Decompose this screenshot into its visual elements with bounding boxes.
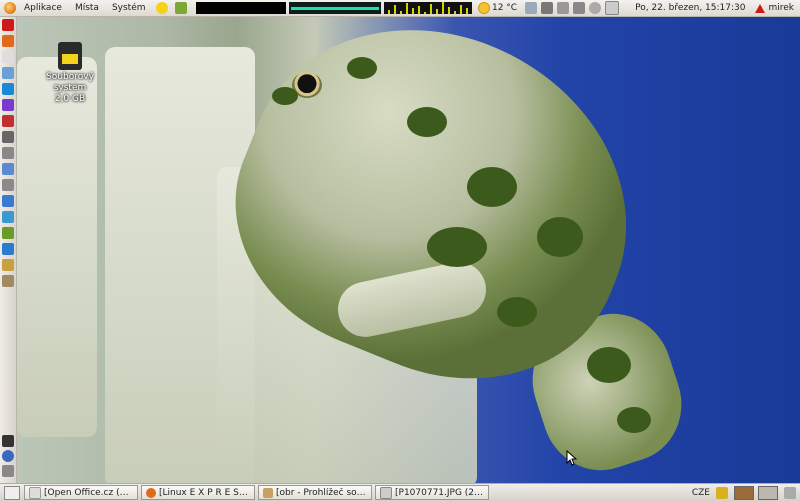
folder-icon[interactable]: [2, 275, 14, 287]
reader-icon[interactable]: [2, 115, 14, 127]
monitor-icon[interactable]: [2, 211, 14, 223]
email-icon[interactable]: [2, 51, 14, 63]
taskbar-tray: CZE: [692, 484, 800, 501]
task-image-viewer[interactable]: [P1070771.JPG (26/...: [375, 485, 489, 500]
skype-icon[interactable]: [2, 83, 14, 95]
network-manager-icon[interactable]: [174, 2, 187, 14]
keyboard-layout[interactable]: CZE: [692, 488, 710, 498]
settings-icon[interactable]: [2, 465, 14, 477]
network-icon[interactable]: [2, 243, 14, 255]
weather-temperature: 12 °C: [491, 3, 518, 13]
battery-icon[interactable]: [557, 2, 570, 14]
pidgin-icon[interactable]: [2, 67, 14, 79]
top-panel-tray: 12 °C Po, 22. březen, 15:17:30 mirek: [478, 0, 800, 16]
chat-icon[interactable]: [2, 195, 14, 207]
help-icon[interactable]: [2, 450, 14, 462]
task-file-browser[interactable]: [obr - Prohlížeč soub...: [258, 485, 372, 500]
tools-icon[interactable]: [2, 163, 14, 175]
workspace-2[interactable]: [758, 485, 778, 500]
task-openoffice[interactable]: [Open Office.cz (5 ce...: [24, 485, 138, 500]
user-switcher[interactable]: mirek: [755, 3, 794, 13]
volume-icon[interactable]: [573, 2, 586, 14]
bottom-taskbar: [Open Office.cz (5 ce... [Linux E X P R …: [0, 483, 800, 501]
smiley-icon[interactable]: [155, 2, 168, 14]
desktop-wallpaper: [17, 17, 800, 483]
task-linux-expres[interactable]: [Linux E X P R E S - ...: [141, 485, 255, 500]
launcher-panel: [0, 17, 17, 483]
firefox-icon: [146, 487, 156, 498]
user-name: mirek: [768, 3, 794, 13]
window-icon: [29, 486, 41, 499]
ubuntu-logo-icon: [4, 2, 16, 14]
firefox-icon[interactable]: [2, 35, 14, 47]
image-icon: [380, 486, 392, 499]
folder-icon: [263, 487, 273, 498]
weather-sun-icon: [478, 3, 489, 13]
network-status-icon[interactable]: [525, 2, 538, 14]
opera-icon[interactable]: [2, 19, 14, 31]
cpu-monitor[interactable]: [195, 2, 286, 14]
purple-icon[interactable]: [2, 99, 14, 111]
trash-icon[interactable]: [784, 486, 796, 499]
power-icon[interactable]: [589, 2, 602, 14]
user-icon: [755, 3, 766, 13]
terminal-icon[interactable]: [2, 131, 14, 143]
drive-icon: [58, 42, 82, 70]
desktop-icon-size: 2,0 GB: [54, 94, 86, 104]
weather-applet[interactable]: 12 °C: [478, 3, 518, 13]
gimp-icon[interactable]: [2, 179, 14, 191]
show-desktop-button[interactable]: [4, 485, 20, 500]
terminal-icon[interactable]: [2, 435, 14, 447]
desktop-icon-label: Souborový systém: [46, 72, 94, 93]
network-monitor[interactable]: [383, 2, 472, 14]
desktop-icon-filesystem[interactable]: Souborový systém 2,0 GB: [34, 42, 106, 105]
top-panel: Aplikace Místa Systém 12 °C Po, 22. břez…: [0, 0, 800, 17]
menu-places[interactable]: Místa: [70, 0, 104, 16]
mail-icon[interactable]: [605, 1, 620, 15]
main-menu: Aplikace Místa Systém: [0, 0, 193, 16]
clock[interactable]: Po, 22. březen, 15:17:30: [635, 3, 745, 13]
workspace-1[interactable]: [734, 485, 754, 500]
app-icon[interactable]: [2, 227, 14, 239]
package-icon[interactable]: [2, 259, 14, 271]
calculator-icon[interactable]: [2, 147, 14, 159]
menu-applications[interactable]: Aplikace: [19, 0, 67, 16]
menu-system[interactable]: Systém: [107, 0, 151, 16]
signal-icon[interactable]: [541, 2, 554, 14]
memory-monitor[interactable]: [288, 2, 381, 14]
lock-icon[interactable]: [716, 486, 728, 499]
